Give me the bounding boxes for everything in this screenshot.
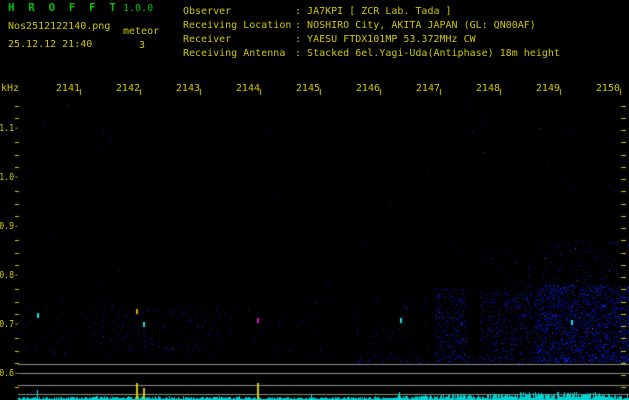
- app-version: 1.0.0: [123, 3, 154, 14]
- time-tick-label: 2141: [55, 83, 80, 94]
- freq-tick-label: 1.0-: [0, 172, 19, 183]
- freq-tick-label: 0.7-: [0, 319, 19, 330]
- time-tick-label: 2142: [115, 83, 140, 94]
- info-separator: :: [295, 20, 308, 31]
- info-row-observer: Observer: JA7KPI [ ZCR Lab. Tada ]: [183, 7, 452, 17]
- time-tick-label: 2148: [475, 83, 500, 94]
- info-value: YAESU FTDX101MP 53.372MHz CW: [307, 34, 476, 45]
- app-title: H R O F F T: [8, 1, 120, 14]
- info-label: Receiving Antenna: [183, 48, 286, 59]
- meteor-count: 3: [139, 40, 146, 51]
- freq-tick-label: 0.9-: [0, 221, 19, 232]
- info-row-receiver: Receiver: YAESU FTDX101MP 53.372MHz CW: [183, 35, 476, 45]
- info-separator: :: [295, 48, 308, 59]
- time-tick-label: 2150: [595, 83, 620, 94]
- info-separator: :: [295, 34, 308, 45]
- info-label: Observer: [183, 6, 232, 17]
- time-tick-label: 2149: [535, 83, 560, 94]
- freq-tick-label: 0.8-: [0, 270, 19, 281]
- observation-mode: meteor: [123, 26, 160, 37]
- info-row-location: Receiving Location: NOSHIRO City, AKITA …: [183, 21, 536, 31]
- info-value: Stacked 6el.Yagi-Uda(Antiphase) 18m heig…: [307, 48, 560, 59]
- freq-tick-label: 0.6-: [0, 368, 19, 379]
- freq-tick-label: 1.1-: [0, 123, 19, 134]
- info-value: JA7KPI [ ZCR Lab. Tada ]: [307, 6, 452, 17]
- info-label: Receiver: [183, 34, 232, 45]
- freq-axis-unit-label: kHz: [1, 83, 20, 94]
- info-separator: :: [295, 6, 308, 17]
- info-value: NOSHIRO City, AKITA JAPAN (GL: QN00AF): [307, 20, 536, 31]
- time-tick-label: 2144: [235, 83, 260, 94]
- time-tick-label: 2146: [355, 83, 380, 94]
- time-tick-label: 2147: [415, 83, 440, 94]
- info-label: Receiving Location: [183, 20, 292, 31]
- time-tick-label: 2143: [175, 83, 200, 94]
- hrofft-screen: H R O F F T 1.0.0 Nos2512122140.png mete…: [0, 0, 629, 400]
- time-tick-label: 2145: [295, 83, 320, 94]
- output-filename: Nos2512122140.png: [8, 21, 111, 32]
- observation-datetime: 25.12.12 21:40: [8, 39, 93, 50]
- spectrogram-canvas: [0, 0, 629, 400]
- info-row-antenna: Receiving Antenna: Stacked 6el.Yagi-Uda(…: [183, 49, 560, 59]
